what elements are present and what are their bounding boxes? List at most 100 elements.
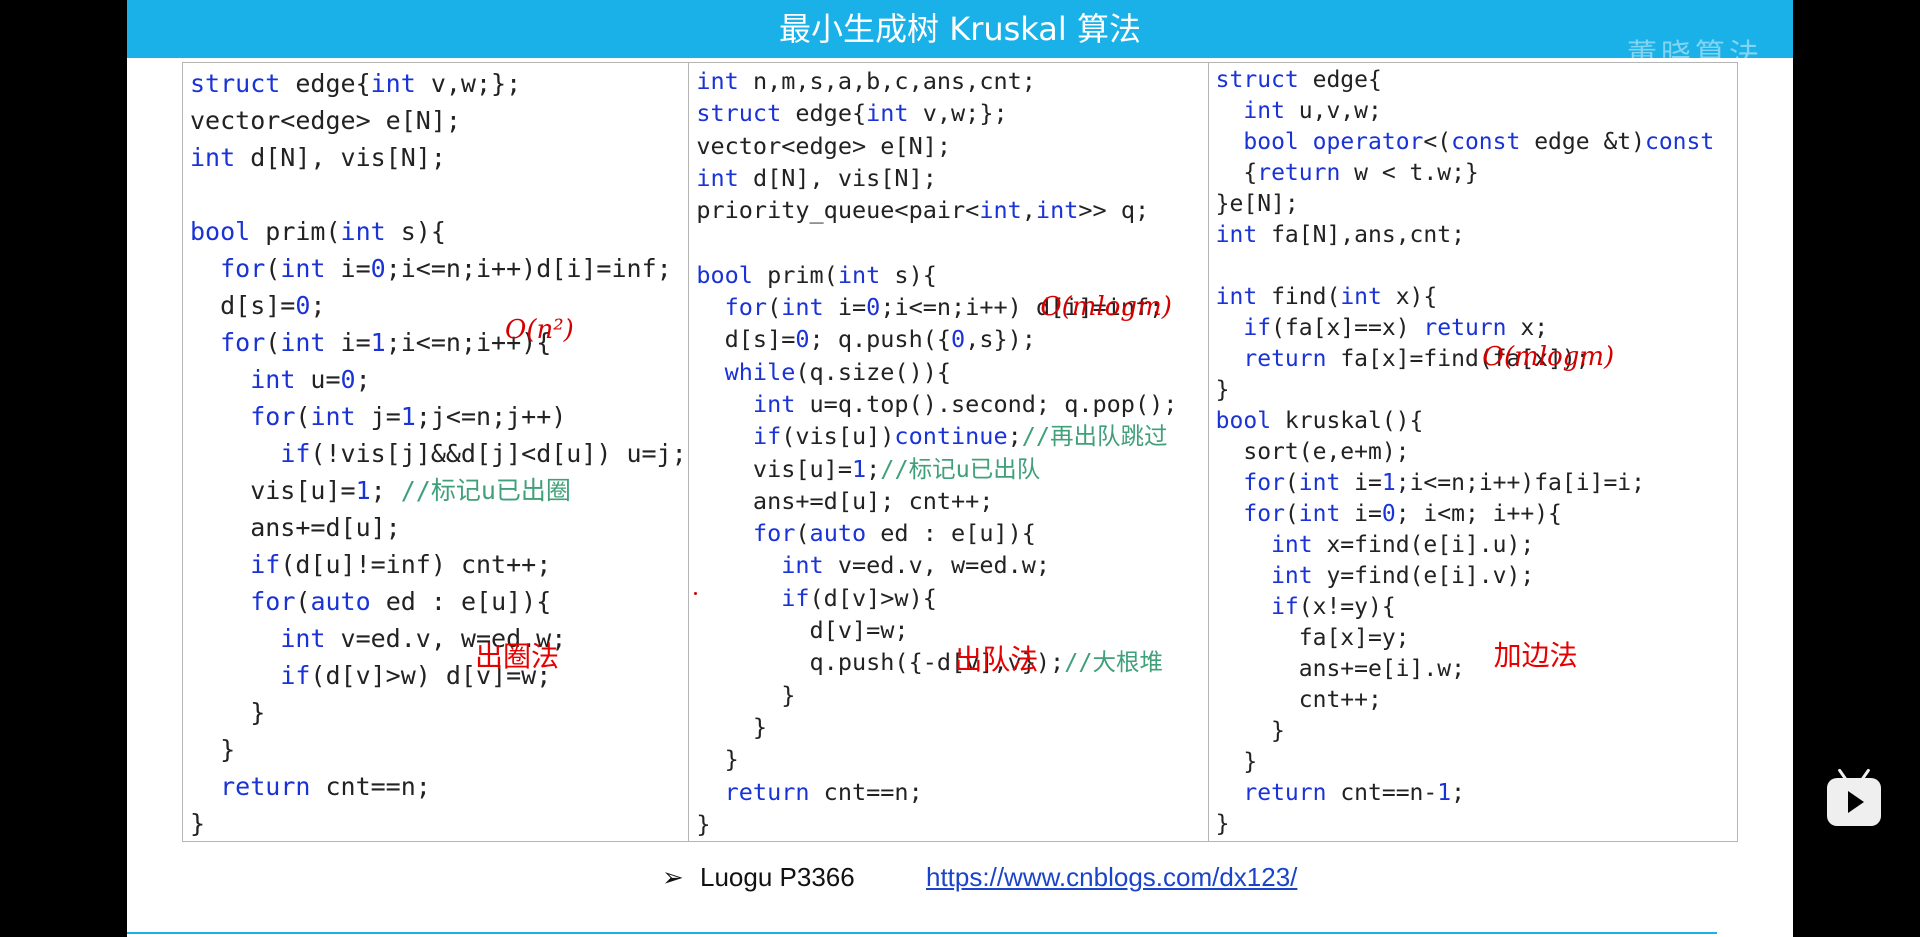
- code-block-prim-heap: int n,m,s,a,b,c,ans,cnt; struct edge{int …: [696, 63, 1207, 840]
- code-text: (: [295, 402, 311, 431]
- code-comparison-table: struct edge{int v,w;}; vector<edge> e[N];…: [182, 62, 1738, 842]
- code-keyword: const: [1644, 129, 1715, 155]
- code-keyword: 0: [370, 254, 386, 283]
- code-line: return cnt==n;: [696, 776, 1207, 808]
- code-keyword: operator: [1312, 129, 1424, 155]
- code-text: s){: [880, 260, 937, 289]
- blog-link[interactable]: https://www.cnblogs.com/dx123/: [926, 862, 1297, 893]
- code-text: (d[u]!=inf) cnt++;: [280, 550, 552, 579]
- code-text: cnt==n-: [1326, 780, 1438, 806]
- code-keyword: int: [250, 365, 296, 394]
- code-keyword: int: [696, 67, 739, 95]
- code-keyword: if: [752, 422, 782, 451]
- code-line: }: [696, 679, 1207, 711]
- code-line: for(auto ed : e[u]){: [190, 583, 688, 620]
- code-line: bool kruskal(){: [1216, 406, 1737, 437]
- bullet-arrow-icon: ➢: [662, 862, 684, 892]
- code-line: struct edge{int v,w;};: [696, 97, 1207, 129]
- code-text: ; i<m; i++){: [1395, 501, 1562, 527]
- code-keyword: 0: [340, 365, 356, 394]
- code-line: d[v]=w;: [696, 614, 1207, 646]
- code-keyword: struct: [696, 99, 782, 128]
- code-text: vis[u]=: [696, 454, 852, 483]
- code-text: ;i<=n;i++)fa[i]=i;: [1395, 470, 1645, 496]
- code-text: ;: [370, 476, 401, 505]
- code-line: }e[N];: [1216, 189, 1737, 220]
- code-text: }: [1215, 377, 1230, 403]
- code-text: s){: [385, 217, 446, 246]
- method-label: 出队法: [954, 643, 1039, 676]
- code-text: (!vis[j]&&d[j]<d[u]) u=j;: [310, 439, 687, 468]
- code-keyword: 0: [295, 291, 311, 320]
- code-line: ans+=e[i].w;: [1216, 654, 1737, 685]
- code-text: (fa[x]==x): [1271, 315, 1424, 341]
- code-block-kruskal: struct edge{ int u,v,w; bool operator<(c…: [1216, 63, 1737, 840]
- code-column-prim-naive: struct edge{int v,w;}; vector<edge> e[N];…: [183, 63, 690, 841]
- code-text: u,v,w;: [1284, 98, 1382, 124]
- code-text: v=ed.v, w=ed.w;: [823, 551, 1051, 580]
- code-text: (: [265, 254, 281, 283]
- code-text: fa[N],ans,cnt;: [1257, 222, 1465, 248]
- code-line: if(d[v]>w) d[v]=w;: [190, 657, 688, 694]
- code-text: }: [696, 712, 768, 741]
- code-text: (: [295, 587, 311, 616]
- code-line: int x=find(e[i].u);: [1216, 530, 1737, 561]
- code-keyword: for: [250, 402, 296, 431]
- code-text: ;: [355, 365, 371, 394]
- code-line: int u=0;: [190, 361, 688, 398]
- code-text: kruskal(){: [1271, 408, 1424, 434]
- code-text: vector<edge> e[N];: [190, 106, 461, 135]
- code-line: int d[N], vis[N];: [696, 162, 1207, 194]
- code-text: ,: [1021, 196, 1036, 225]
- code-keyword: int: [1271, 532, 1313, 558]
- code-keyword: 1: [370, 328, 386, 357]
- code-line: int n,m,s,a,b,c,ans,cnt;: [696, 65, 1207, 97]
- code-text: ;: [1007, 422, 1022, 451]
- bilibili-tv-play-icon[interactable]: [1827, 778, 1881, 826]
- code-keyword: if: [781, 583, 810, 612]
- code-keyword: 1: [851, 454, 867, 483]
- code-line: if(vis[u])continue;//再出队跳过: [696, 420, 1207, 452]
- code-keyword: return: [1243, 780, 1327, 806]
- code-column-kruskal: struct edge{ int u,v,w; bool operator<(c…: [1209, 63, 1737, 841]
- code-text: cnt++;: [1215, 687, 1382, 713]
- code-keyword: int: [781, 551, 824, 580]
- code-keyword: 1: [1381, 470, 1396, 496]
- code-text: (: [795, 519, 810, 548]
- code-keyword: return: [1257, 160, 1341, 186]
- code-line: priority_queue<pair<int,int>> q;: [696, 194, 1207, 226]
- code-line: while(q.size()){: [696, 356, 1207, 388]
- code-line: struct edge{: [1216, 65, 1737, 96]
- code-text: edge{: [280, 69, 371, 98]
- code-keyword: for: [220, 328, 266, 357]
- code-text: i=: [1340, 470, 1382, 496]
- code-text: ;: [866, 454, 881, 483]
- code-line: }: [1216, 716, 1737, 747]
- code-keyword: 0: [951, 325, 966, 354]
- code-text: w < t.w;}: [1340, 160, 1479, 186]
- code-line: }: [1216, 747, 1737, 778]
- code-line: {return w < t.w;}: [1216, 158, 1737, 189]
- code-text: <(: [1423, 129, 1452, 155]
- code-keyword: int: [1340, 284, 1382, 310]
- code-text: u=q.top().second; q.pop();: [795, 389, 1178, 418]
- code-text: (x!=y){: [1298, 594, 1396, 620]
- code-keyword: int: [752, 389, 796, 418]
- code-line: if(!vis[j]&&d[j]<d[u]) u=j;: [190, 435, 688, 472]
- code-text: v,w;};: [415, 69, 522, 98]
- slide-title-bar: 最小生成树 Kruskal 算法: [127, 0, 1793, 58]
- code-text: }e[N];: [1215, 191, 1299, 217]
- code-text: }: [190, 809, 206, 838]
- code-line: return cnt==n;: [190, 768, 688, 805]
